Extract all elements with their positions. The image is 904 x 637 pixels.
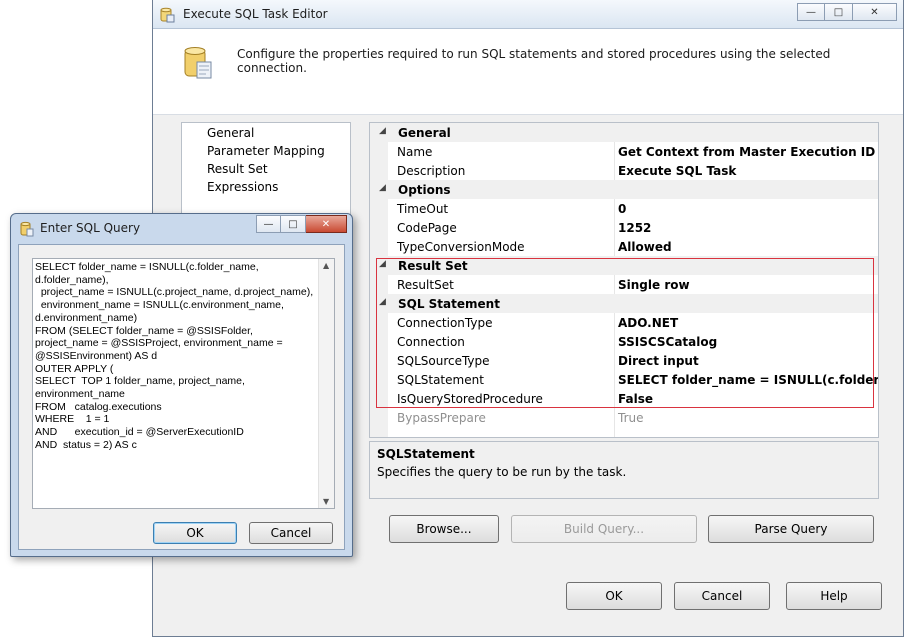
scroll-down-icon[interactable]: ▼: [323, 497, 329, 506]
nav-item-parameter-mapping[interactable]: Parameter Mapping: [207, 144, 325, 158]
sql-query-textarea[interactable]: SELECT folder_name = ISNULL(c.folder_nam…: [32, 258, 335, 509]
close-icon[interactable]: ✕: [853, 3, 897, 21]
property-row-codepage[interactable]: CodePage 1252: [370, 218, 878, 237]
dialog-title: Enter SQL Query: [40, 221, 141, 235]
property-row-description[interactable]: Description Execute SQL Task: [370, 161, 878, 180]
property-description-panel: SQLStatement Specifies the query to be r…: [369, 441, 879, 499]
ok-button[interactable]: OK: [566, 582, 662, 610]
description-title: SQLStatement: [377, 447, 475, 461]
category-general[interactable]: ◢ General: [370, 123, 878, 142]
window-title: Execute SQL Task Editor: [183, 7, 328, 21]
query-icon: [20, 221, 34, 240]
help-button[interactable]: Help: [786, 582, 882, 610]
category-options[interactable]: ◢ Options: [370, 180, 878, 199]
task-editor-icon: [159, 7, 175, 23]
window-controls: — □ ✕: [797, 3, 897, 21]
dialog-ok-button[interactable]: OK: [153, 522, 237, 544]
maximize-icon[interactable]: □: [281, 215, 306, 233]
property-row-timeout[interactable]: TimeOut 0: [370, 199, 878, 218]
collapse-icon[interactable]: ◢: [379, 183, 386, 193]
enter-sql-query-dialog: Enter SQL Query — □ ✕ SELECT folder_name…: [10, 213, 353, 557]
minimize-icon[interactable]: —: [797, 3, 825, 21]
property-row-name[interactable]: Name Get Context from Master Execution I…: [370, 142, 878, 161]
cancel-button[interactable]: Cancel: [674, 582, 770, 610]
property-row-typeconversionmode[interactable]: TypeConversionMode Allowed: [370, 237, 878, 256]
nav-item-expressions[interactable]: Expressions: [207, 180, 278, 194]
browse-button[interactable]: Browse...: [389, 515, 499, 543]
build-query-button[interactable]: Build Query...: [511, 515, 697, 543]
sql-task-icon: [183, 46, 215, 85]
parse-query-button[interactable]: Parse Query: [708, 515, 874, 543]
property-row-bypassprepare[interactable]: BypassPrepare True: [370, 408, 878, 427]
collapse-icon[interactable]: ◢: [379, 126, 386, 136]
nav-item-result-set[interactable]: Result Set: [207, 162, 268, 176]
nav-item-general[interactable]: General: [207, 126, 254, 140]
title-bar[interactable]: Execute SQL Task Editor — □ ✕: [153, 0, 903, 29]
maximize-icon[interactable]: □: [825, 3, 853, 21]
dialog-cancel-button[interactable]: Cancel: [249, 522, 333, 544]
header-description: Configure the properties required to run…: [237, 47, 831, 75]
vertical-scrollbar[interactable]: ▲ ▼: [318, 259, 334, 508]
dialog-body: SELECT folder_name = ISNULL(c.folder_nam…: [18, 244, 345, 550]
highlight-annotation: [376, 258, 874, 408]
dialog-window-controls: — □ ✕: [256, 215, 347, 233]
sql-query-text[interactable]: SELECT folder_name = ISNULL(c.folder_nam…: [35, 261, 319, 452]
description-text: Specifies the query to be run by the tas…: [377, 465, 627, 479]
close-icon[interactable]: ✕: [306, 215, 347, 233]
scroll-up-icon[interactable]: ▲: [323, 261, 329, 270]
header-panel: Configure the properties required to run…: [153, 29, 903, 115]
minimize-icon[interactable]: —: [256, 215, 281, 233]
